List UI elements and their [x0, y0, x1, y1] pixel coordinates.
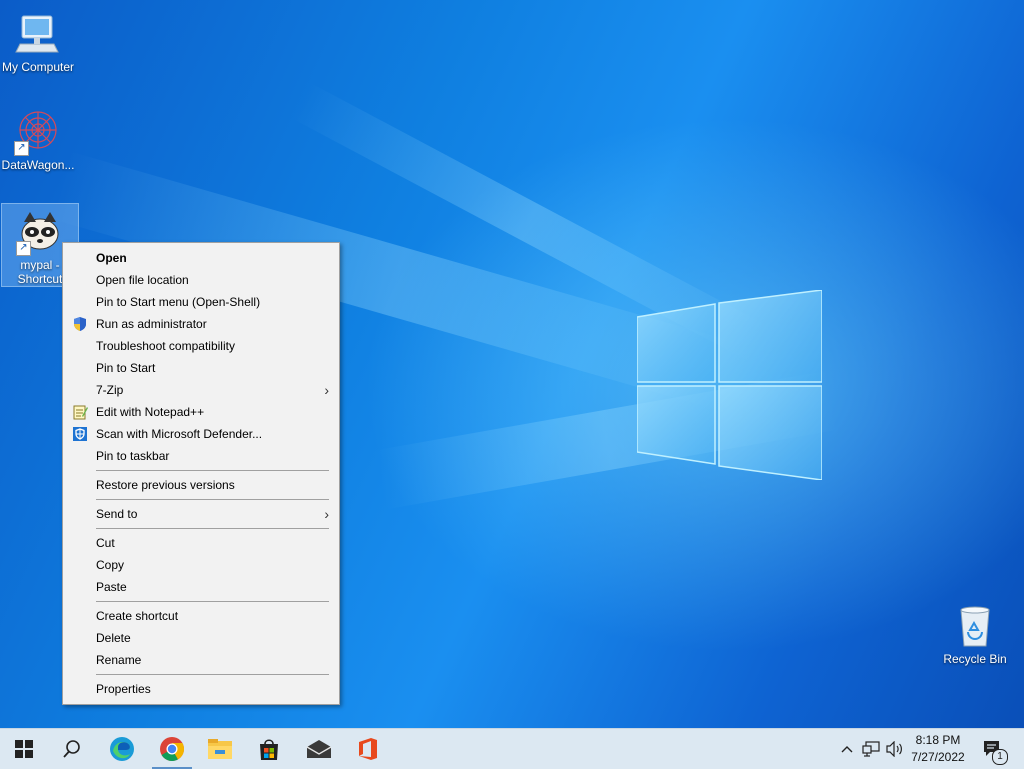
search-button[interactable]	[48, 729, 96, 769]
recycle-bin-icon	[951, 602, 999, 650]
menu-item-troubleshoot-compatibility[interactable]: Troubleshoot compatibility	[63, 335, 339, 357]
store-icon	[260, 739, 278, 760]
windows-logo	[637, 290, 822, 480]
menu-item-open[interactable]: Open	[63, 247, 339, 269]
desktop-icon-my-computer[interactable]: My Computer	[0, 6, 76, 74]
menu-item-label: Send to	[96, 507, 138, 521]
desktop-icon-label: My Computer	[1, 60, 75, 74]
taskbar: 8:18 PM 7/27/2022 1	[0, 728, 1024, 769]
menu-item-pin-to-taskbar[interactable]: Pin to taskbar	[63, 445, 339, 467]
clock-time: 8:18 PM	[915, 733, 961, 747]
menu-item-label: Paste	[96, 580, 127, 594]
menu-item-label: Create shortcut	[96, 609, 179, 623]
network-icon	[862, 741, 880, 757]
chevron-right-icon: ›	[324, 506, 329, 522]
menu-item-label: Delete	[96, 631, 131, 645]
menu-item-run-as-administrator[interactable]: Run as administrator	[63, 313, 339, 335]
menu-separator	[96, 601, 329, 602]
menu-item-create-shortcut[interactable]: Create shortcut	[63, 605, 339, 627]
menu-item-label: Scan with Microsoft Defender...	[96, 427, 263, 441]
menu-item-pin-to-start-menu-open-shell[interactable]: Pin to Start menu (Open-Shell)	[63, 291, 339, 313]
chrome-icon	[160, 737, 185, 762]
show-hidden-icons-button[interactable]	[836, 729, 858, 769]
desktop-icon-label: Recycle Bin	[943, 652, 1007, 666]
menu-item-7-zip[interactable]: 7-Zip ›	[63, 379, 339, 401]
context-menu: Open Open file location Pin to Start men…	[62, 242, 340, 705]
menu-item-rename[interactable]: Rename	[63, 649, 339, 671]
network-button[interactable]	[860, 729, 882, 769]
defender-icon	[73, 427, 87, 441]
file-explorer-button[interactable]	[196, 729, 244, 769]
shield-icon	[74, 317, 86, 331]
edge-icon	[110, 737, 134, 761]
clock-date: 7/27/2022	[911, 750, 965, 764]
menu-item-paste[interactable]: Paste	[63, 576, 339, 598]
menu-item-properties[interactable]: Properties	[63, 678, 339, 700]
search-icon	[63, 740, 80, 758]
desktop-icon-datawagon[interactable]: ↗ DataWagon...	[0, 104, 76, 172]
desktop[interactable]: My Computer ↗ DataWagon... ↗ mypal - Sho…	[0, 0, 1024, 728]
mail-icon	[306, 740, 332, 758]
menu-item-label: Restore previous versions	[96, 478, 235, 492]
menu-item-label: Run as administrator	[96, 317, 207, 331]
menu-separator	[96, 528, 329, 529]
notepadpp-icon	[73, 405, 88, 420]
menu-item-edit-with-notepadpp[interactable]: Edit with Notepad++	[63, 401, 339, 423]
file-explorer-icon	[208, 739, 232, 759]
edge-button[interactable]	[98, 729, 146, 769]
menu-item-label: Open	[96, 251, 127, 265]
desktop-icon-label: DataWagon...	[1, 158, 75, 172]
datawagon-icon: ↗	[14, 108, 62, 156]
menu-item-label: Troubleshoot compatibility	[96, 339, 235, 353]
notification-count-badge: 1	[992, 749, 1008, 765]
menu-item-copy[interactable]: Copy	[63, 554, 339, 576]
volume-button[interactable]	[884, 729, 906, 769]
start-icon	[15, 740, 33, 758]
store-button[interactable]	[245, 729, 293, 769]
menu-item-label: Open file location	[96, 273, 189, 287]
volume-icon	[886, 741, 902, 757]
menu-item-label: Edit with Notepad++	[96, 405, 205, 419]
menu-item-label: Cut	[96, 536, 115, 550]
shortcut-arrow-icon: ↗	[14, 141, 29, 156]
computer-icon	[14, 10, 62, 58]
shortcut-arrow-icon: ↗	[16, 241, 31, 256]
office-icon	[359, 738, 377, 760]
menu-item-label: Pin to taskbar	[96, 449, 170, 463]
menu-item-cut[interactable]: Cut	[63, 532, 339, 554]
desktop-icon-recycle-bin[interactable]: Recycle Bin	[937, 598, 1013, 666]
office-button[interactable]	[344, 729, 392, 769]
action-center-button[interactable]: 1	[978, 729, 1008, 769]
menu-item-send-to[interactable]: Send to ›	[63, 503, 339, 525]
menu-item-pin-to-start[interactable]: Pin to Start	[63, 357, 339, 379]
menu-item-label: Pin to Start menu (Open-Shell)	[96, 295, 261, 309]
menu-item-label: 7-Zip	[96, 383, 124, 397]
start-button[interactable]	[0, 729, 48, 769]
mail-button[interactable]	[295, 729, 343, 769]
menu-separator	[96, 470, 329, 471]
clock[interactable]: 8:18 PM 7/27/2022	[905, 732, 971, 766]
chrome-button[interactable]	[148, 729, 196, 769]
chevron-right-icon: ›	[324, 382, 329, 398]
menu-item-label: Pin to Start	[96, 361, 156, 375]
menu-item-restore-previous-versions[interactable]: Restore previous versions	[63, 474, 339, 496]
menu-separator	[96, 499, 329, 500]
menu-item-scan-with-microsoft-defender[interactable]: Scan with Microsoft Defender...	[63, 423, 339, 445]
chevron-up-icon	[841, 746, 853, 753]
menu-separator	[96, 674, 329, 675]
menu-item-label: Properties	[96, 682, 151, 696]
mypal-raccoon-icon: ↗	[16, 208, 64, 256]
menu-item-label: Rename	[96, 653, 142, 667]
menu-item-label: Copy	[96, 558, 125, 572]
menu-item-delete[interactable]: Delete	[63, 627, 339, 649]
menu-item-open-file-location[interactable]: Open file location	[63, 269, 339, 291]
